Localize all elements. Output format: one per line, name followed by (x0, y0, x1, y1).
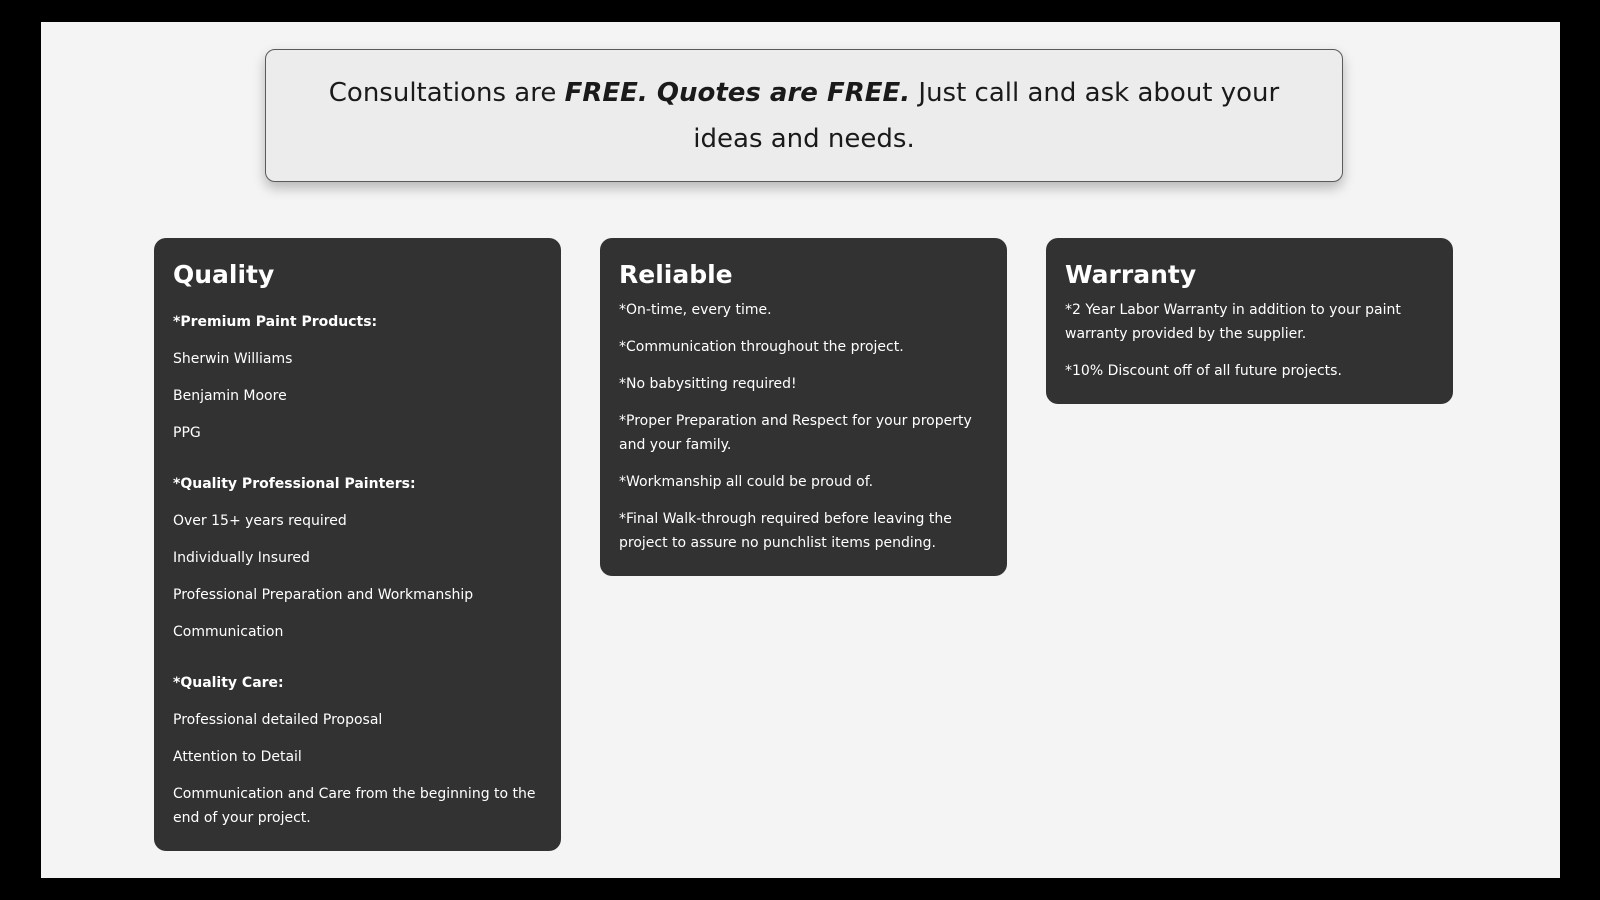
card-title: Reliable (619, 260, 733, 289)
list-item: Professional detailed Proposal (173, 712, 383, 728)
list-item: Individually Insured (173, 550, 310, 566)
list-item: PPG (173, 425, 201, 441)
page-viewport: Consultations are FREE. Quotes are FREE.… (41, 22, 1560, 878)
list-item: Sherwin Williams (173, 351, 293, 367)
list-item: *10% Discount off of all future projects… (1065, 363, 1342, 379)
group-heading: *Quality Professional Painters: (173, 476, 416, 492)
card-title: Quality (173, 260, 275, 289)
list-item: *Final Walk-through required before leav… (619, 511, 952, 551)
list-item: *Workmanship all could be proud of. (619, 474, 874, 490)
banner-text: Consultations are FREE. Quotes are FREE.… (326, 70, 1282, 162)
list-item: *2 Year Labor Warranty in addition to yo… (1065, 302, 1401, 342)
quality-card: Quality *Premium Paint Products: Sherwin… (154, 238, 561, 851)
list-item: Benjamin Moore (173, 388, 287, 404)
list-item: Communication and Care from the beginnin… (173, 786, 536, 826)
group-heading: *Premium Paint Products: (173, 314, 378, 330)
list-item: *No babysitting required! (619, 376, 797, 392)
banner-text-start: Consultations are (328, 77, 565, 108)
group-heading: *Quality Care: (173, 675, 284, 691)
list-item: Attention to Detail (173, 749, 302, 765)
list-item: *Communication throughout the project. (619, 339, 904, 355)
list-item: *Proper Preparation and Respect for your… (619, 413, 972, 453)
list-item: Over 15+ years required (173, 513, 347, 529)
free-consultation-banner: Consultations are FREE. Quotes are FREE.… (265, 49, 1343, 182)
list-item: *On-time, every time. (619, 302, 772, 318)
banner-text-emphasis: FREE. Quotes are FREE. (564, 77, 911, 108)
reliable-card: Reliable *On-time, every time. *Communic… (600, 238, 1007, 576)
list-item: Communication (173, 624, 284, 640)
card-title: Warranty (1065, 260, 1197, 289)
warranty-card: Warranty *2 Year Labor Warranty in addit… (1046, 238, 1453, 404)
list-item: Professional Preparation and Workmanship (173, 587, 474, 603)
